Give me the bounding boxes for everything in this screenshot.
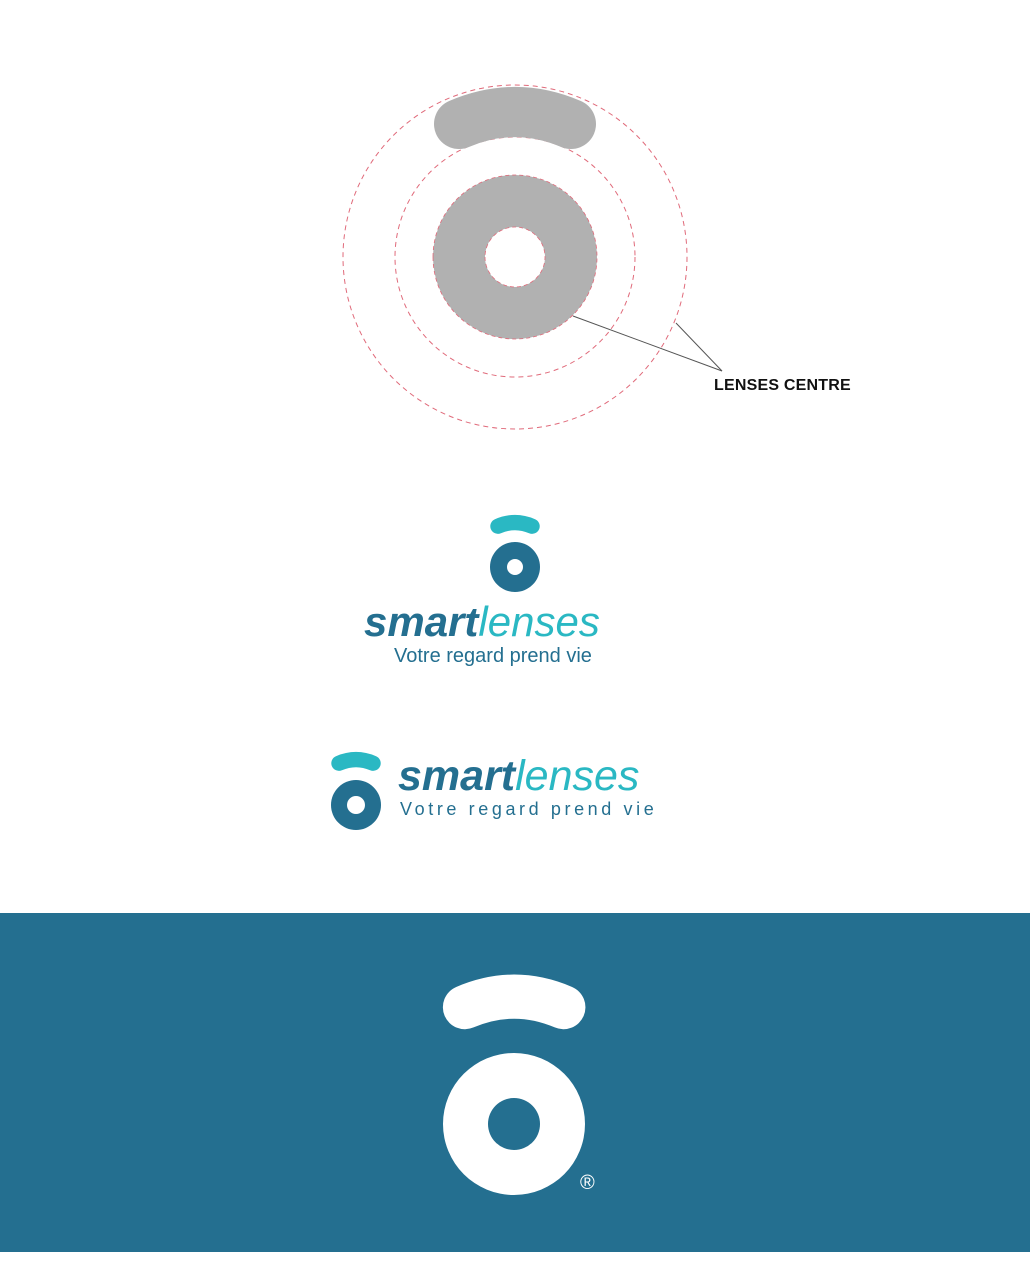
callout-line — [572, 315, 723, 372]
wordmark-lenses: lenses — [515, 752, 640, 800]
inner-guide-circle — [394, 136, 636, 378]
logo-horizontal-icon — [331, 751, 381, 831]
logo-horizontal-tagline: Votre regard prend vie — [400, 799, 658, 819]
wordmark-lenses: lenses — [478, 598, 600, 645]
construction-lens-ring — [432, 174, 598, 340]
callout-line — [675, 322, 723, 372]
construction-bar — [459, 112, 571, 124]
logo-vertical-wordmark: smartlenses — [364, 598, 600, 646]
logo-vertical-icon — [490, 513, 540, 593]
registered-trademark-mark: ® — [580, 1172, 595, 1194]
logo-vertical-tagline: Votre regard prend vie — [394, 645, 592, 667]
wordmark-smart: smart — [398, 752, 516, 800]
wordmark-smart: smart — [364, 598, 479, 645]
logo-construction-diagram — [342, 84, 723, 430]
logo-horizontal-wordmark: smartlenses — [398, 752, 639, 800]
logo-reversed-icon — [441, 972, 589, 1196]
lenses-centre-label: LENSES CENTRE — [714, 377, 851, 394]
